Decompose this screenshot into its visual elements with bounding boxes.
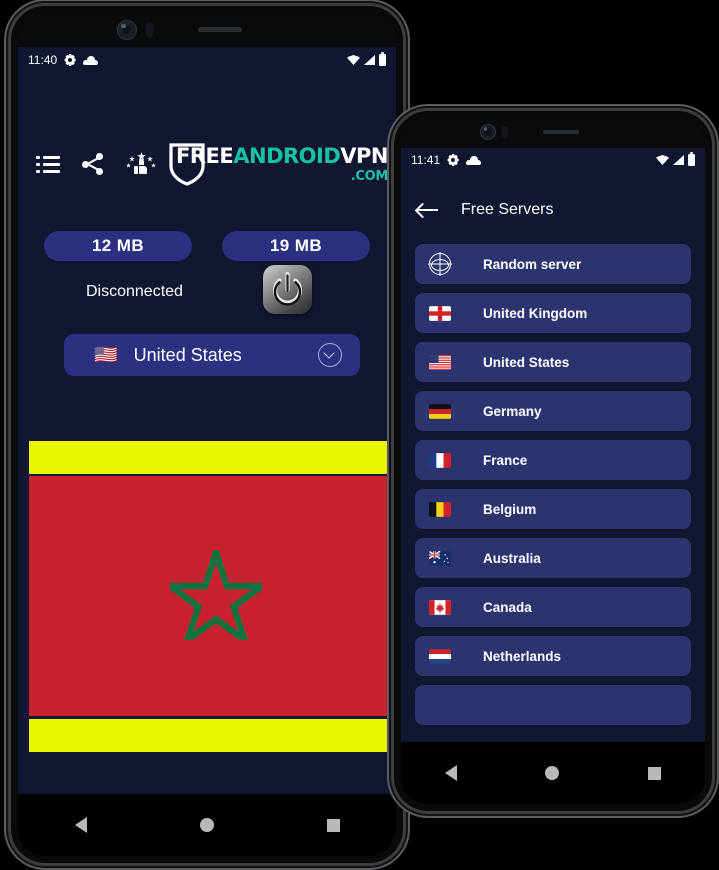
- flag-icon-be: [429, 501, 455, 517]
- phone-2-status-bar: 11:41: [401, 148, 705, 172]
- app-logo: FREEANDROIDVPN .COM: [168, 142, 388, 186]
- page-title: Free Servers: [461, 201, 554, 218]
- logo-android: ANDROID: [233, 143, 341, 168]
- power-button[interactable]: [263, 265, 312, 314]
- earpiece-speaker: [543, 130, 579, 134]
- selected-server-label: United States: [133, 344, 242, 365]
- banner-flag-field: [29, 476, 396, 716]
- gear-icon: [447, 154, 459, 166]
- phone-2-screen: 11:41 Free Servers Random server United …: [401, 148, 705, 804]
- pentagram-icon: [170, 550, 262, 640]
- cloud-icon: [83, 55, 99, 65]
- server-select-button[interactable]: 🇺🇸 United States: [64, 334, 360, 376]
- phone-2-device: 11:41 Free Servers Random server United …: [394, 111, 712, 811]
- logo-vpn: VPN: [340, 143, 388, 168]
- nav-back-icon[interactable]: [74, 817, 87, 833]
- flag-icon-au: [429, 550, 455, 566]
- nav-home-icon[interactable]: [545, 766, 560, 780]
- list-item-label: Random server: [483, 256, 582, 272]
- list-item-random-server[interactable]: Random server: [415, 244, 691, 284]
- proximity-sensor-icon: [502, 126, 508, 139]
- list-item-canada[interactable]: Canada: [415, 587, 691, 627]
- phone-2-notch-bar: [401, 118, 705, 148]
- list-item-label: United Kingdom: [483, 305, 588, 321]
- status-time: 11:40: [28, 53, 58, 67]
- chevron-down-icon[interactable]: [318, 343, 342, 367]
- list-item-united-kingdom[interactable]: United Kingdom: [415, 293, 691, 333]
- flag-icon-nl: [429, 648, 455, 664]
- list-item-label: Canada: [483, 599, 532, 615]
- phone-1-nav-bar: [18, 794, 396, 856]
- logo-com: .COM: [350, 168, 389, 184]
- phone-2-nav-bar: [401, 742, 705, 804]
- phone-1-bezel: 11:40 FREEANDROIDVPN .COM 12 MB 19 MB Di…: [18, 13, 396, 856]
- nav-recents-icon[interactable]: [326, 818, 340, 832]
- wifi-icon: [347, 55, 360, 65]
- list-item-australia[interactable]: Australia: [415, 538, 691, 578]
- list-item-france[interactable]: France: [415, 440, 691, 480]
- globe-icon-wrap: [429, 253, 455, 275]
- globe-icon: [429, 253, 451, 275]
- signal-icon: [673, 155, 684, 165]
- list-item-label: France: [483, 452, 528, 468]
- list-item-label: Germany: [483, 403, 542, 419]
- list-icon[interactable]: [36, 155, 60, 173]
- cloud-icon: [466, 155, 482, 165]
- logo-free: FREE: [176, 143, 234, 168]
- phone-1-status-bar: 11:40: [18, 47, 396, 73]
- list-item-united-states[interactable]: United States: [415, 342, 691, 382]
- phone-2-app-bar: Free Servers: [401, 192, 705, 228]
- flag-icon-fr: [429, 452, 455, 468]
- phone-1-toolbar: FREEANDROIDVPN .COM: [18, 140, 396, 188]
- connection-status-text: Disconnected: [86, 283, 183, 300]
- upload-stat-label: 19 MB: [269, 236, 323, 255]
- list-item-germany[interactable]: Germany: [415, 391, 691, 431]
- wifi-icon: [656, 155, 669, 165]
- rate-icon[interactable]: [126, 152, 156, 176]
- arrow-left-icon[interactable]: [417, 202, 439, 218]
- flag-icon-us: [429, 354, 455, 370]
- flag-icon-ca: [429, 599, 455, 615]
- list-item-partial[interactable]: [415, 685, 691, 725]
- list-item-label: United States: [483, 354, 570, 370]
- edge-tab[interactable]: [711, 287, 719, 333]
- list-item-label: Australia: [483, 550, 541, 566]
- list-item-netherlands[interactable]: Netherlands: [415, 636, 691, 676]
- status-time: 11:41: [411, 153, 441, 167]
- nav-recents-icon[interactable]: [647, 766, 661, 780]
- front-camera-icon: [117, 20, 137, 40]
- share-icon[interactable]: [82, 153, 104, 175]
- server-list: Random server United Kingdom United Stat…: [401, 244, 705, 742]
- front-camera-icon: [480, 124, 496, 140]
- upload-stat-pill[interactable]: 19 MB: [222, 231, 370, 261]
- ad-banner[interactable]: [29, 441, 396, 759]
- flag-icon-de: [429, 403, 455, 419]
- nav-home-icon[interactable]: [199, 818, 214, 832]
- list-item-label: Belgium: [483, 501, 537, 517]
- earpiece-speaker: [198, 27, 242, 32]
- list-item-label: Netherlands: [483, 648, 562, 664]
- flag-icon-gb: [429, 305, 455, 321]
- banner-bottom-bar: [29, 719, 396, 752]
- banner-top-bar: [29, 441, 396, 474]
- download-stat-label: 12 MB: [91, 236, 145, 255]
- nav-back-icon[interactable]: [445, 765, 458, 781]
- phone-1-screen: 11:40 FREEANDROIDVPN .COM 12 MB 19 MB Di…: [18, 47, 396, 856]
- list-item-belgium[interactable]: Belgium: [415, 489, 691, 529]
- flag-icon-us: 🇺🇸: [94, 344, 118, 366]
- proximity-sensor-icon: [146, 22, 153, 38]
- phone-1-notch-bar: [18, 13, 396, 47]
- signal-icon: [364, 55, 375, 65]
- download-stat-pill[interactable]: 12 MB: [44, 231, 192, 261]
- battery-icon: [688, 152, 695, 166]
- phone-2-bezel: 11:41 Free Servers Random server United …: [401, 118, 705, 804]
- gear-icon: [64, 54, 76, 66]
- phone-1-device: 11:40 FREEANDROIDVPN .COM 12 MB 19 MB Di…: [11, 6, 403, 863]
- battery-icon: [379, 52, 386, 66]
